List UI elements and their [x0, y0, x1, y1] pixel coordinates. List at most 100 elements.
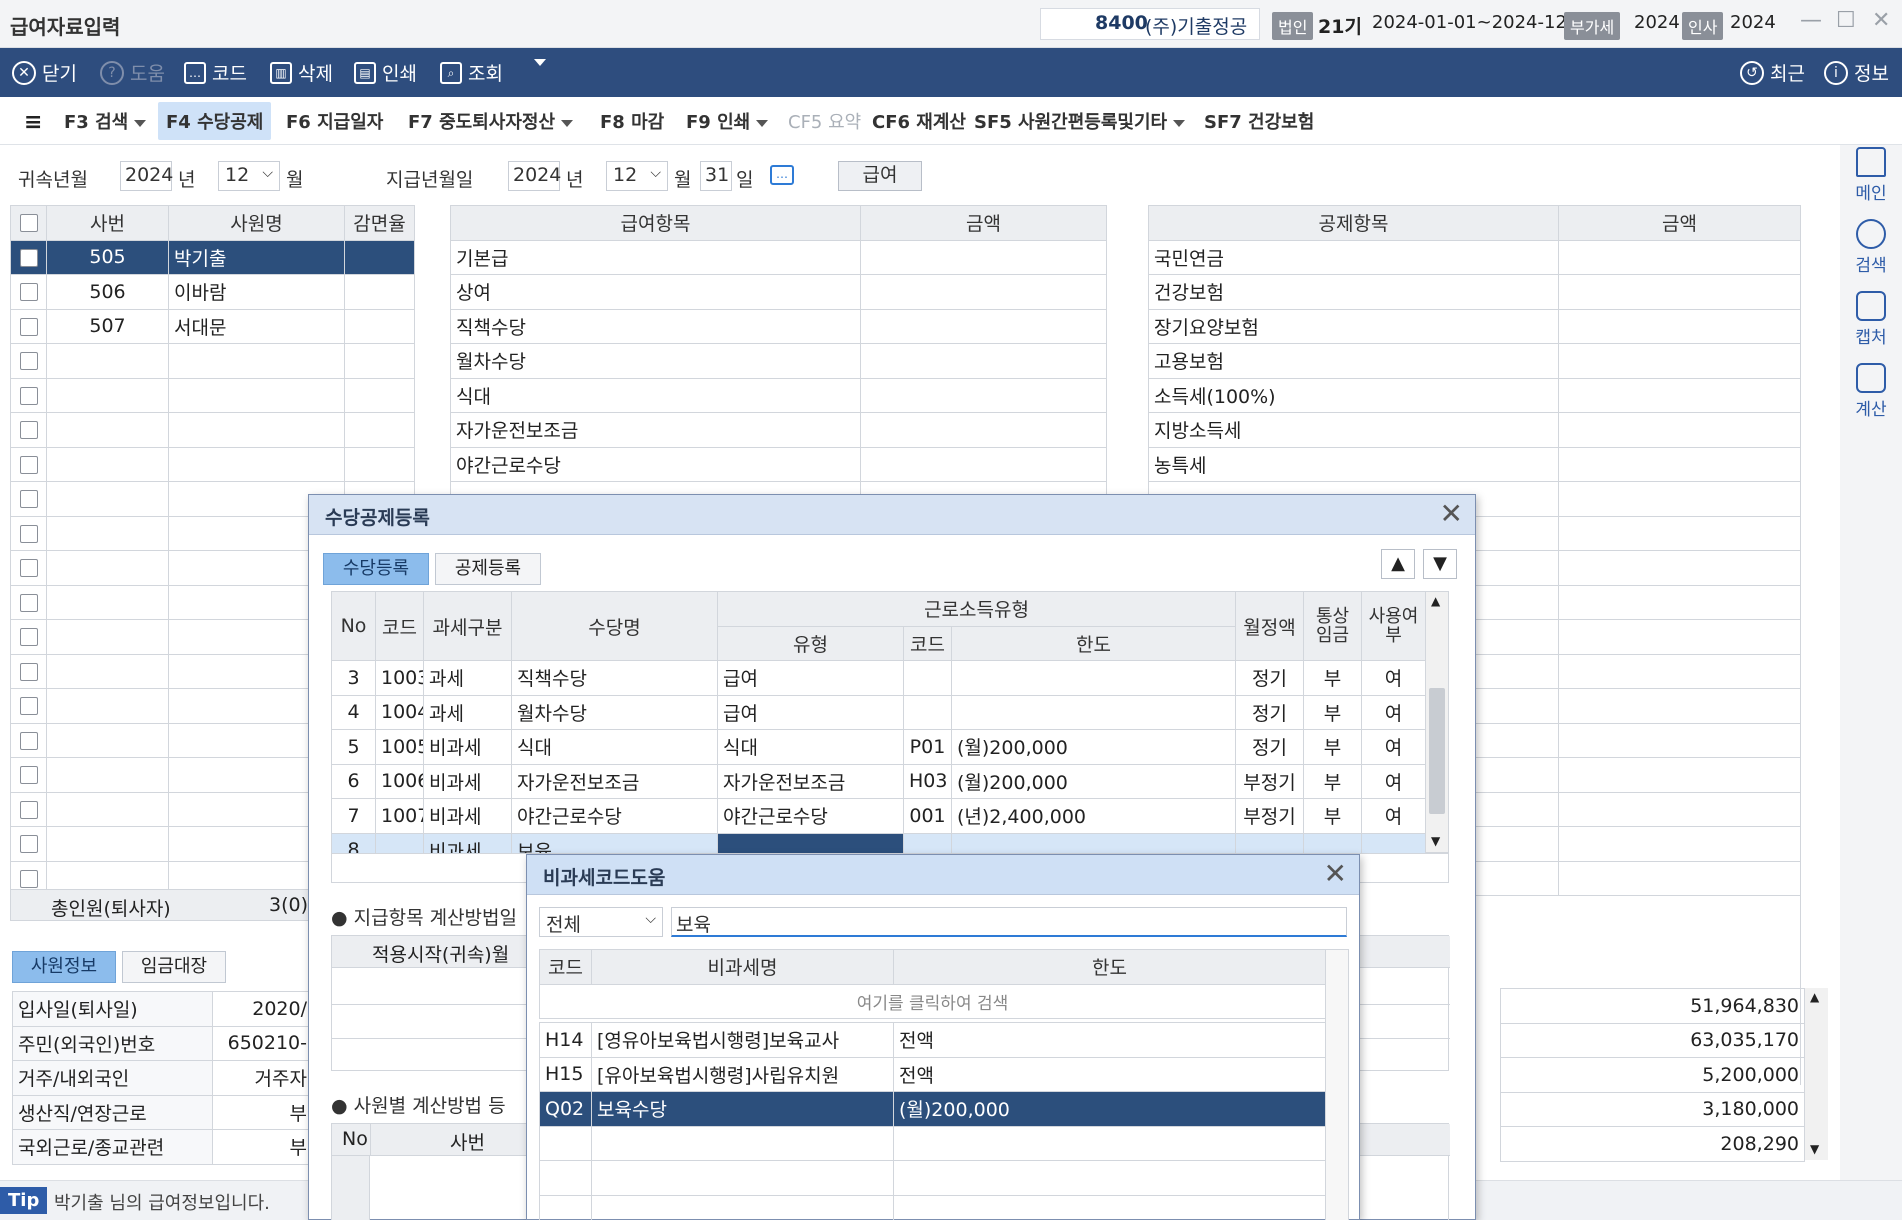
row-checkbox-cell[interactable] — [10, 515, 47, 551]
row-checkbox[interactable] — [19, 731, 38, 750]
row-checkbox-cell[interactable] — [10, 308, 47, 344]
deduct_items-amount-cell[interactable] — [1558, 446, 1801, 482]
deduct_items-amount-cell[interactable] — [1558, 584, 1801, 620]
nontax-limit-cell[interactable]: 전액 — [893, 1022, 1326, 1058]
employee-row[interactable] — [10, 446, 415, 482]
pay_items-amount-cell[interactable] — [860, 377, 1107, 413]
row-checkbox[interactable] — [19, 352, 38, 371]
deduct_items-row[interactable]: 건강보험 — [1148, 274, 1801, 310]
row-checkbox[interactable] — [19, 766, 38, 785]
nontax-name-cell[interactable]: 보육수당 — [591, 1091, 894, 1127]
row-checkbox[interactable] — [19, 455, 38, 474]
sf7-health-insurance[interactable]: SF7 건강보험 — [1204, 108, 1314, 134]
allowance-limit-cell[interactable]: (년)2,400,000 — [950, 798, 1237, 834]
nontax-name-cell[interactable]: [영유아보육법시행령]보육교사 — [591, 1022, 894, 1058]
select-all-cell[interactable] — [10, 205, 47, 241]
allowance-tax-cell[interactable]: 과세 — [423, 660, 512, 696]
f8-close[interactable]: F8 마감 — [600, 108, 664, 134]
allowance-name-cell[interactable]: 월차수당 — [511, 694, 718, 730]
nontax-code-cell[interactable]: H15 — [539, 1056, 592, 1092]
row-checkbox-cell[interactable] — [10, 377, 47, 413]
pay_items-row[interactable]: 야간근로수당 — [450, 446, 1107, 482]
allowance-code-cell[interactable]: 1004 — [375, 694, 424, 730]
attr-year-input[interactable]: 2024 — [120, 161, 173, 191]
help-button[interactable]: ? 도움 — [100, 59, 165, 86]
row-checkbox[interactable] — [19, 524, 38, 543]
deduct_items-row[interactable]: 국민연금 — [1148, 239, 1801, 275]
row-checkbox[interactable] — [19, 628, 38, 647]
allowance-use-cell[interactable]: 여 — [1361, 694, 1427, 730]
row-checkbox[interactable] — [19, 593, 38, 612]
allowance-no-cell[interactable]: 3 — [331, 660, 376, 696]
deduct_items-amount-cell[interactable] — [1558, 308, 1801, 344]
comment-icon[interactable]: … — [770, 165, 794, 185]
nontax-limit-cell[interactable]: (월)200,000 — [893, 1091, 1326, 1127]
f9-print[interactable]: F9 인쇄 — [686, 108, 769, 134]
row-checkbox[interactable] — [19, 248, 38, 267]
sf5-quick-register[interactable]: SF5 사원간편등록및기타 — [974, 108, 1186, 134]
info-button[interactable]: i 정보 — [1824, 59, 1889, 86]
pay_items-amount-cell[interactable] — [860, 308, 1107, 344]
nontax-row[interactable]: H15 [유아보육법시행령]사립유치원 전액 — [539, 1056, 1326, 1092]
allowance-tax-cell[interactable]: 과세 — [423, 694, 512, 730]
search-side-button[interactable]: 검색 — [1840, 219, 1902, 276]
row-checkbox-cell[interactable] — [10, 619, 47, 655]
row-checkbox[interactable] — [19, 490, 38, 509]
allowance-ordinary-cell[interactable]: 부 — [1303, 694, 1363, 730]
nontax-code-cell[interactable] — [539, 1194, 592, 1220]
allowance-tax-cell[interactable]: 비과세 — [423, 729, 512, 765]
row-checkbox[interactable] — [19, 835, 38, 854]
row-checkbox[interactable] — [19, 283, 38, 302]
allowance-name-cell[interactable]: 식대 — [511, 729, 718, 765]
deduct_items-amount-cell[interactable] — [1558, 653, 1801, 689]
deduct_items-amount-cell[interactable] — [1558, 515, 1801, 551]
deduct_items-amount-cell[interactable] — [1558, 619, 1801, 655]
deduct_items-amount-cell[interactable] — [1558, 688, 1801, 724]
row-checkbox-cell[interactable] — [10, 550, 47, 586]
row-checkbox-cell[interactable] — [10, 688, 47, 724]
allowance-limit-cell[interactable] — [950, 660, 1237, 696]
allowance-ordinary-cell[interactable]: 부 — [1303, 798, 1363, 834]
employee-row[interactable] — [10, 412, 415, 448]
nontax-limit-cell[interactable] — [893, 1160, 1326, 1196]
deduct_items-amount-cell[interactable] — [1558, 722, 1801, 758]
maximize-icon[interactable]: ☐ — [1836, 8, 1856, 33]
row-checkbox-cell[interactable] — [10, 653, 47, 689]
row-checkbox[interactable] — [19, 317, 38, 336]
nontax-row[interactable] — [539, 1160, 1326, 1196]
allowance-tax-cell[interactable]: 비과세 — [423, 763, 512, 799]
employee-row[interactable]: 505 박기출 — [10, 239, 415, 275]
pay_items-row[interactable]: 월차수당 — [450, 343, 1107, 379]
allowance-row[interactable]: 51005비과세식대식대P01(월)200,000정기부여 — [331, 729, 1427, 765]
scroll-up-icon[interactable]: ▲ — [1431, 594, 1440, 608]
allowance-type-cell[interactable]: 자가운전보조금 — [717, 763, 904, 799]
allowance-type-cell[interactable]: 급여 — [717, 694, 904, 730]
allowance-type-cell[interactable]: 급여 — [717, 660, 904, 696]
pay_items-row[interactable]: 식대 — [450, 377, 1107, 413]
nontax-scrollbar[interactable] — [1325, 949, 1349, 1220]
allowance-row[interactable]: 31003과세직책수당급여 정기부여 — [331, 660, 1427, 696]
f4-allowance-deduction[interactable]: F4 수당공제 — [158, 102, 272, 140]
allowance-tax-cell[interactable]: 비과세 — [423, 798, 512, 834]
allowance-monthly-cell[interactable]: 부정기 — [1235, 763, 1305, 799]
pay_items-amount-cell[interactable] — [860, 412, 1107, 448]
row-checkbox[interactable] — [19, 386, 38, 405]
tab-deduction-register[interactable]: 공제등록 — [435, 553, 541, 585]
allowance-ordinary-cell[interactable]: 부 — [1303, 660, 1363, 696]
move-down-button[interactable]: ▼ — [1423, 549, 1457, 579]
summary-scrollbar[interactable]: ▲ ▼ — [1804, 988, 1828, 1160]
pay-month-select[interactable]: 12 ⌵ — [606, 161, 668, 191]
print-button[interactable]: ▤ 인쇄 — [354, 59, 417, 86]
nontax-name-cell[interactable] — [591, 1160, 894, 1196]
allowance-no-cell[interactable]: 7 — [331, 798, 376, 834]
allowance-use-cell[interactable]: 여 — [1361, 798, 1427, 834]
scroll-down-icon[interactable]: ▼ — [1810, 1142, 1819, 1156]
pay_items-amount-cell[interactable] — [860, 274, 1107, 310]
allowance-monthly-cell[interactable]: 정기 — [1235, 660, 1305, 696]
nontax-code-cell[interactable]: Q02 — [539, 1091, 592, 1127]
allowance-code-cell[interactable]: 1007 — [375, 798, 424, 834]
close-window-icon[interactable]: ✕ — [1872, 8, 1890, 33]
pay_items-amount-cell[interactable] — [860, 446, 1107, 482]
nontax-code-cell[interactable]: H14 — [539, 1022, 592, 1058]
scroll-up-icon[interactable]: ▲ — [1810, 990, 1819, 1004]
